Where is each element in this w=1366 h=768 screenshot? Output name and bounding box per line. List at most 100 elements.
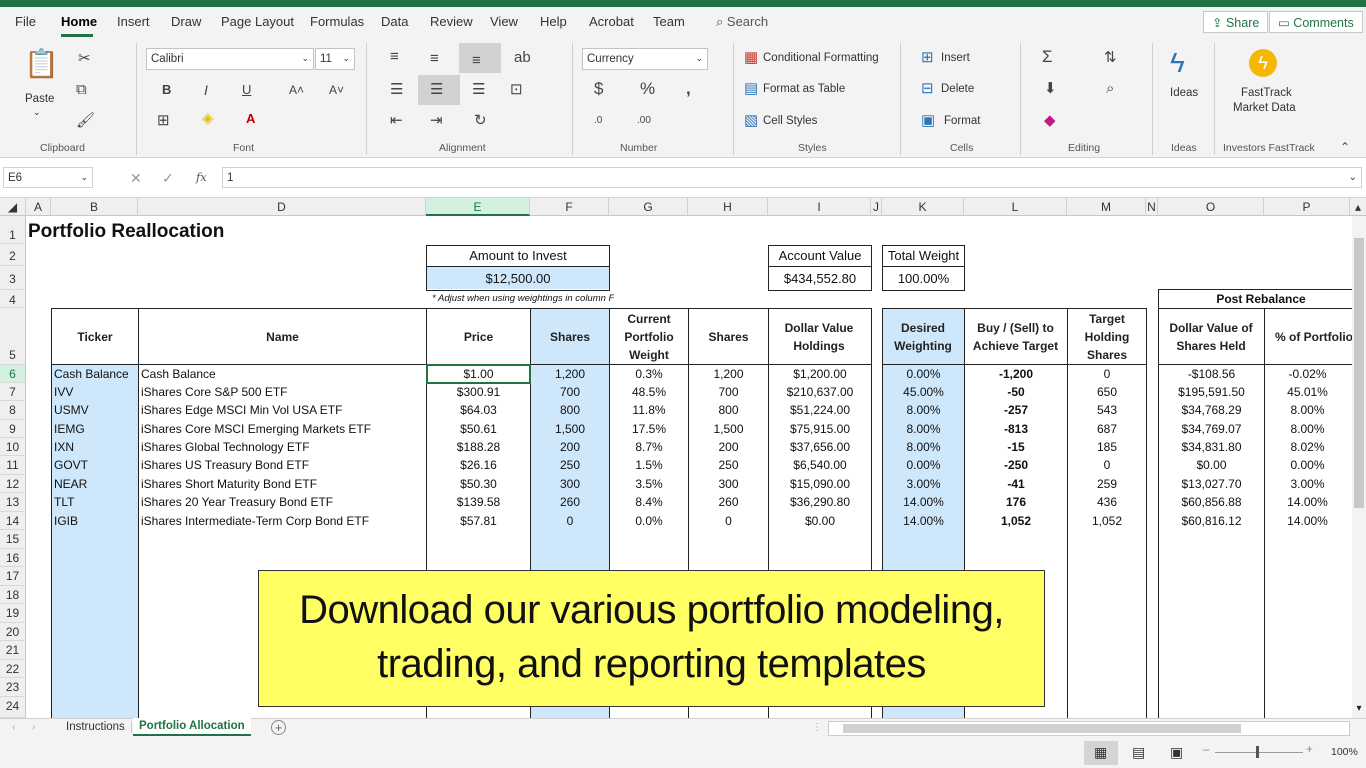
row-header[interactable]: 16 bbox=[0, 549, 26, 567]
page-layout-view-icon[interactable]: ▤ bbox=[1132, 744, 1145, 761]
cell-holdings[interactable]: $51,224.00 bbox=[769, 403, 871, 417]
cell-shares2[interactable]: 300 bbox=[689, 477, 768, 491]
row-header[interactable]: 23 bbox=[0, 678, 26, 697]
sheet-tab-instructions[interactable]: Instructions bbox=[60, 721, 132, 733]
sort-filter-icon[interactable]: ⇅ bbox=[1104, 50, 1117, 66]
cell-desired[interactable]: 3.00% bbox=[883, 477, 964, 491]
cell-held[interactable]: $34,769.07 bbox=[1159, 422, 1264, 436]
row-header[interactable]: 13 bbox=[0, 493, 26, 512]
cell-buy[interactable]: -813 bbox=[965, 422, 1067, 436]
font-color-icon[interactable]: A bbox=[246, 111, 255, 127]
lightning-icon[interactable]: ϟ bbox=[1170, 47, 1185, 79]
cell-desired[interactable]: 8.00% bbox=[883, 403, 964, 417]
cell-shares[interactable]: 200 bbox=[531, 440, 609, 454]
cell-weight[interactable]: 8.7% bbox=[610, 440, 688, 454]
row-header[interactable]: 8 bbox=[0, 401, 26, 420]
fasttrack-icon[interactable]: ϟ bbox=[1249, 49, 1277, 77]
cell-ticker[interactable]: IGIB bbox=[52, 514, 137, 528]
cell-desired[interactable]: 14.00% bbox=[883, 514, 964, 528]
cell-weight[interactable]: 1.5% bbox=[610, 458, 688, 472]
format-as-table-button[interactable]: Format as Table bbox=[763, 83, 845, 95]
cell-shares2[interactable]: 200 bbox=[689, 440, 768, 454]
row-header[interactable]: 15 bbox=[0, 530, 26, 549]
cell-shares2[interactable]: 700 bbox=[689, 385, 768, 399]
share-button[interactable]: ⇪ Share bbox=[1203, 11, 1269, 33]
cell-desired[interactable]: 0.00% bbox=[883, 367, 964, 381]
paste-button[interactable]: Paste bbox=[25, 93, 54, 105]
cell-holdings[interactable]: $15,090.00 bbox=[769, 477, 871, 491]
fasttrack-label-1[interactable]: FastTrack bbox=[1241, 87, 1292, 99]
percent-icon[interactable]: % bbox=[640, 80, 655, 97]
cell-name[interactable]: Cash Balance bbox=[139, 367, 426, 381]
row-header[interactable]: 7 bbox=[0, 383, 26, 401]
cell-buy[interactable]: 1,052 bbox=[965, 514, 1067, 528]
cell-pct[interactable]: 3.00% bbox=[1265, 477, 1350, 491]
cell-desired[interactable]: 14.00% bbox=[883, 495, 964, 509]
align-left-icon[interactable]: ☰ bbox=[390, 82, 403, 98]
cell-shares2[interactable]: 1,200 bbox=[689, 367, 768, 381]
insert-cells-button[interactable]: Insert bbox=[941, 52, 970, 64]
cell-holdings[interactable]: $75,915.00 bbox=[769, 422, 871, 436]
zoom-level[interactable]: 100% bbox=[1331, 746, 1358, 758]
cell-buy[interactable]: -15 bbox=[965, 440, 1067, 454]
cell-styles-button[interactable]: Cell Styles bbox=[763, 115, 817, 127]
column-header[interactable]: M bbox=[1067, 198, 1146, 216]
cancel-icon[interactable]: ✕ bbox=[130, 170, 142, 187]
cell-pct[interactable]: 45.01% bbox=[1265, 385, 1350, 399]
row-header[interactable]: 12 bbox=[0, 475, 26, 493]
cell-name[interactable]: iShares Intermediate-Term Corp Bond ETF bbox=[139, 514, 426, 528]
cell-target[interactable]: 0 bbox=[1068, 367, 1146, 381]
wrap-text-icon[interactable]: ↻ bbox=[474, 113, 487, 129]
row-header[interactable]: 18 bbox=[0, 586, 26, 604]
row-header[interactable]: 11 bbox=[0, 456, 26, 475]
conditional-formatting-button[interactable]: Conditional Formatting bbox=[763, 52, 879, 64]
cell-weight[interactable]: 17.5% bbox=[610, 422, 688, 436]
column-header[interactable]: O bbox=[1158, 198, 1264, 216]
column-header-selected[interactable]: E bbox=[426, 198, 530, 216]
cell-shares[interactable]: 1,200 bbox=[531, 367, 609, 381]
cell-target[interactable]: 0 bbox=[1068, 458, 1146, 472]
tab-data[interactable]: Data bbox=[381, 14, 408, 29]
cell-held[interactable]: $60,856.88 bbox=[1159, 495, 1264, 509]
expand-formula-icon[interactable]: ⌄ bbox=[1349, 172, 1357, 183]
cell-holdings[interactable]: $210,637.00 bbox=[769, 385, 871, 399]
cell-shares[interactable]: 700 bbox=[531, 385, 609, 399]
more-options-icon[interactable]: ⋮ bbox=[812, 722, 822, 733]
tab-home[interactable]: Home bbox=[61, 14, 97, 29]
cell-pct[interactable]: 14.00% bbox=[1265, 495, 1350, 509]
column-header[interactable]: I bbox=[768, 198, 871, 216]
cell-weight[interactable]: 0.3% bbox=[610, 367, 688, 381]
page-break-view-icon[interactable]: ▣ bbox=[1170, 744, 1183, 761]
normal-view-icon[interactable]: ▦ bbox=[1094, 744, 1107, 761]
cell-buy[interactable]: -41 bbox=[965, 477, 1067, 491]
row-header[interactable]: 9 bbox=[0, 420, 26, 438]
tab-help[interactable]: Help bbox=[540, 14, 567, 29]
horizontal-scroll-thumb[interactable] bbox=[843, 724, 1241, 733]
enter-icon[interactable]: ✓ bbox=[162, 170, 174, 187]
formula-input[interactable]: 1 ⌄ bbox=[222, 167, 1362, 188]
comma-style-icon[interactable]: , bbox=[686, 80, 691, 97]
cell-target[interactable]: 436 bbox=[1068, 495, 1146, 509]
cell-weight[interactable]: 0.0% bbox=[610, 514, 688, 528]
cell-held[interactable]: $0.00 bbox=[1159, 458, 1264, 472]
clear-icon[interactable]: ◆ bbox=[1044, 113, 1056, 129]
zoom-slider[interactable] bbox=[1215, 752, 1303, 753]
cell-desired[interactable]: 45.00% bbox=[883, 385, 964, 399]
increase-decimal-icon[interactable]: .0 bbox=[594, 113, 602, 129]
cell-name[interactable]: iShares Core MSCI Emerging Markets ETF bbox=[139, 422, 426, 436]
tab-draw[interactable]: Draw bbox=[171, 14, 201, 29]
fill-icon[interactable]: ⬇ bbox=[1044, 81, 1057, 97]
sheet-tab-portfolio-allocation[interactable]: Portfolio Allocation bbox=[133, 718, 251, 736]
column-header[interactable]: A bbox=[26, 198, 51, 216]
tab-formulas[interactable]: Formulas bbox=[310, 14, 364, 29]
column-header[interactable]: G bbox=[609, 198, 688, 216]
underline-icon[interactable]: U bbox=[242, 82, 251, 98]
tab-insert[interactable]: Insert bbox=[117, 14, 150, 29]
cell-price[interactable]: $26.16 bbox=[427, 458, 530, 472]
cell-holdings[interactable]: $1,200.00 bbox=[769, 367, 871, 381]
accounting-format-icon[interactable]: $ bbox=[594, 80, 603, 97]
cell-buy[interactable]: -50 bbox=[965, 385, 1067, 399]
column-header[interactable]: F bbox=[530, 198, 609, 216]
cell-ticker[interactable]: USMV bbox=[52, 403, 137, 417]
cell-shares[interactable]: 0 bbox=[531, 514, 609, 528]
